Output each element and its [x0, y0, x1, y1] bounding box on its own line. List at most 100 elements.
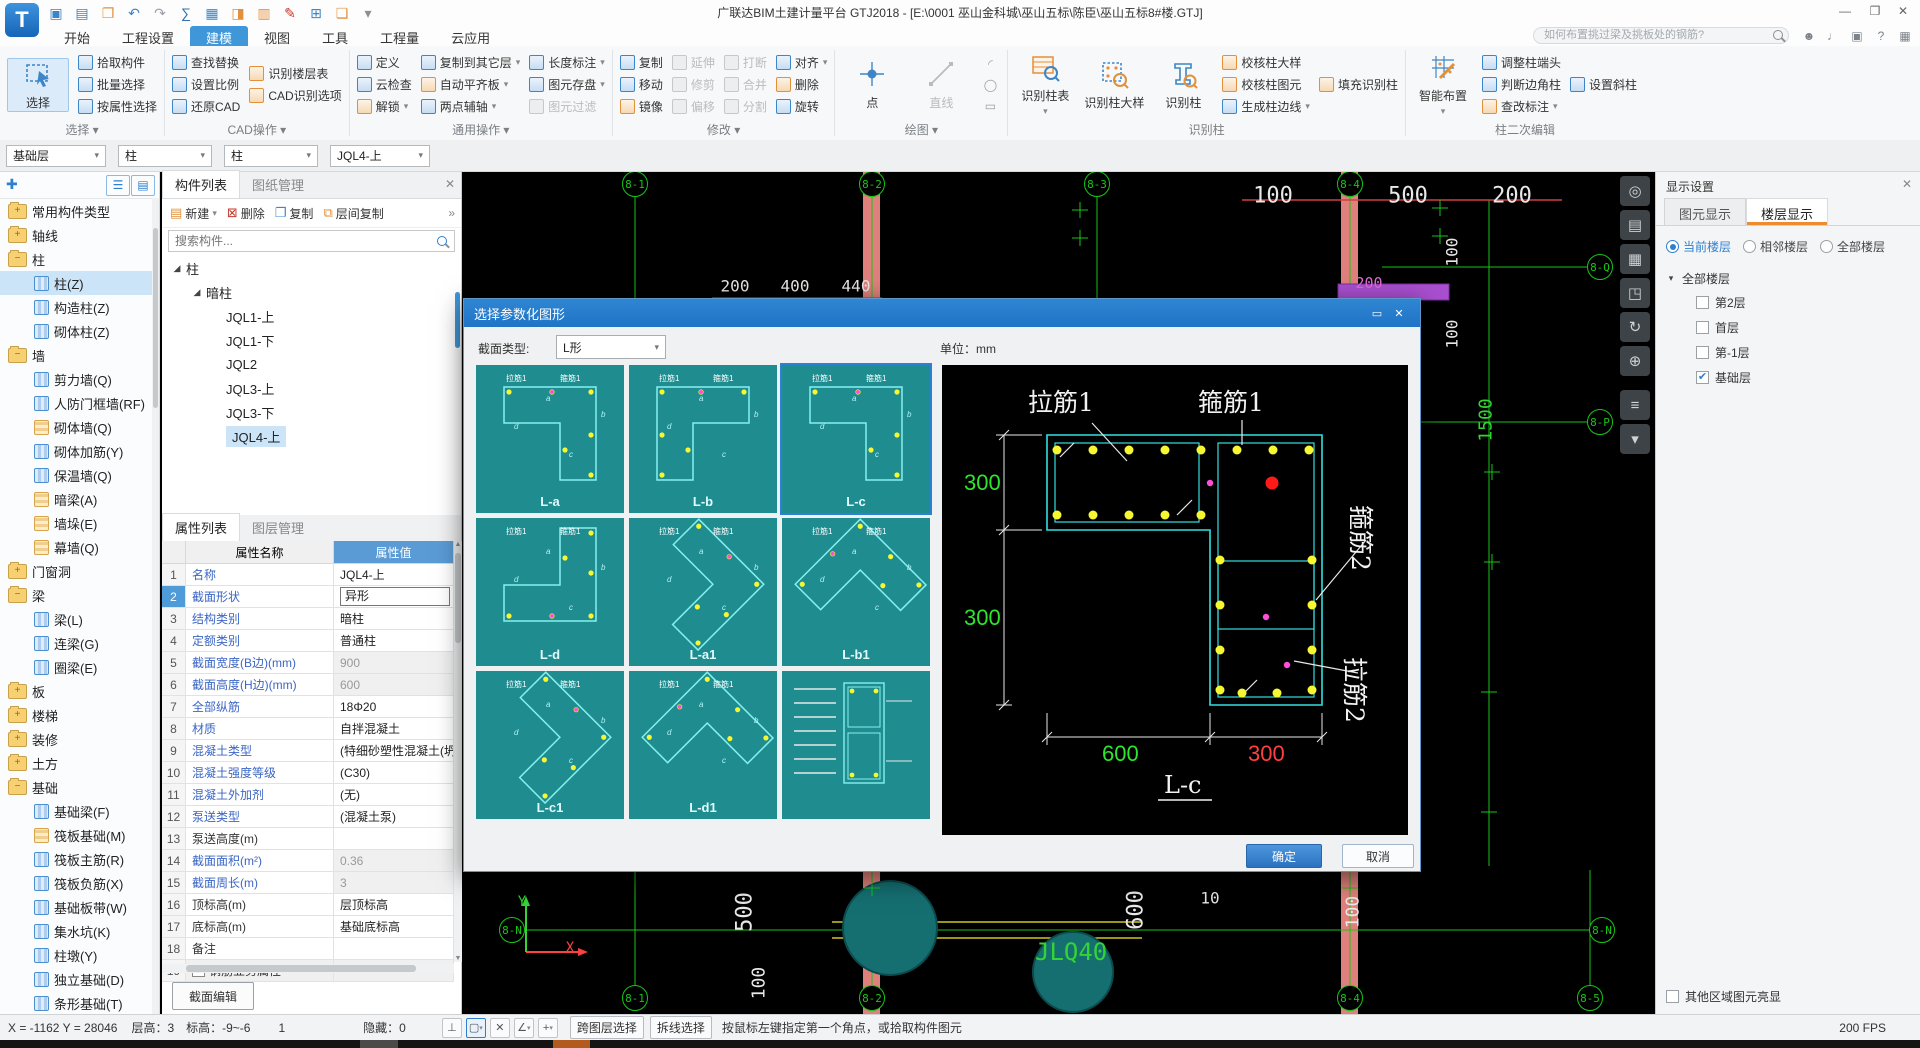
property-row-截面宽度(B边)(mm)[interactable]: 5 截面宽度(B边)(mm) 900 — [162, 652, 454, 674]
radio-相邻楼层[interactable]: 相邻楼层 — [1743, 238, 1808, 255]
property-value[interactable]: (C30) — [334, 762, 454, 783]
nav-item-剪力墙(Q)[interactable]: 剪力墙(Q) — [0, 367, 159, 391]
nav-item-装修[interactable]: + 装修 — [0, 727, 159, 751]
ribbon-item-镜像[interactable]: 镜像 — [619, 98, 663, 115]
property-row-名称[interactable]: 1 名称 JQL4-上 — [162, 564, 454, 586]
property-value[interactable]: 18Φ20 — [334, 696, 454, 717]
ribbon-item-对齐[interactable]: 对齐 ▾ — [775, 54, 827, 71]
层间复制-button[interactable]: ⧉ 层间复制 — [323, 205, 383, 222]
mode-button-跨图层选择[interactable]: 跨图层选择 — [569, 1016, 644, 1039]
ribbon-item-复制[interactable]: 复制 — [619, 54, 663, 71]
复制-button[interactable]: ❐ 复制 — [275, 205, 314, 222]
tab-建模[interactable]: 建模 — [190, 26, 249, 46]
tab-视图[interactable]: 视图 — [248, 26, 306, 46]
shape-thumb-L-c1[interactable]: 拉筋1 箍筋1 a b c d L-c1 — [476, 671, 624, 819]
ribbon-group-label-CAD操作[interactable]: CAD操作 ▾ — [165, 123, 349, 140]
section-type-select[interactable]: L形 ▾ — [556, 335, 666, 359]
property-row-泵送高度(m)[interactable]: 13 泵送高度(m) — [162, 828, 454, 850]
ribbon-item-校核柱图元[interactable]: 校核柱图元 — [1222, 76, 1310, 93]
display-tab-图元显示[interactable]: 图元显示 — [1664, 198, 1747, 225]
property-row-截面周长(m)[interactable]: 15 截面周长(m) 3 — [162, 872, 454, 894]
property-row-备注[interactable]: 18 备注 — [162, 938, 454, 960]
nav-item-常用构件类型[interactable]: + 常用构件类型 — [0, 199, 159, 223]
floor-item-第-1层[interactable]: 第-1层 — [1656, 340, 1920, 365]
frame-select-icon[interactable]: ▢ ▾ — [465, 1017, 486, 1038]
property-row-底标高(m)[interactable]: 17 底标高(m) 基础底标高 — [162, 916, 454, 938]
property-value[interactable]: 600 — [334, 674, 454, 695]
property-row-截面高度(H边)(mm)[interactable]: 6 截面高度(H边)(mm) 600 — [162, 674, 454, 696]
list-view-icon[interactable]: ☰ — [106, 175, 130, 196]
nav-item-柱(Z)[interactable]: 柱(Z) — [0, 271, 159, 295]
property-value[interactable]: 异形 — [334, 586, 454, 607]
tab-属性列表[interactable]: 属性列表 — [162, 513, 241, 541]
component-item-JQL1-下[interactable]: JQL1-下 — [162, 328, 461, 352]
card-view-icon[interactable]: ▤ — [131, 175, 155, 196]
ribbon-group-label-选择[interactable]: 选择 ▾ — [0, 123, 164, 140]
expander-icon[interactable]: ◢ — [172, 263, 182, 274]
search-icon[interactable] — [1773, 30, 1783, 40]
search-icon[interactable] — [437, 236, 447, 246]
property-row-定额类别[interactable]: 4 定额类别 普通柱 — [162, 630, 454, 652]
component-scrollbar[interactable] — [454, 252, 461, 502]
minimize-button[interactable]: — — [1832, 2, 1858, 20]
nav-item-构造柱(Z)[interactable]: 构造柱(Z) — [0, 295, 159, 319]
ribbon-item-还原CAD[interactable]: 还原CAD — [172, 98, 240, 115]
component-item-JQL3-下[interactable]: JQL3-下 — [162, 400, 461, 424]
ribbon-big-直线[interactable]: 直线 — [911, 59, 971, 111]
user-icon[interactable]: ☻ — [1800, 28, 1818, 44]
nav-item-幕墙(Q)[interactable]: 幕墙(Q) — [0, 535, 159, 559]
ribbon-item-长度标注[interactable]: 长度标注 ▾ — [529, 54, 605, 71]
ribbon-item-判断边角柱[interactable]: 判断边角柱 — [1481, 76, 1561, 93]
arc-icon[interactable]: ◜ — [980, 56, 1000, 72]
property-row-混凝土外加剂[interactable]: 11 混凝土外加剂 (无) — [162, 784, 454, 806]
nav-item-柱[interactable]: − 柱 — [0, 247, 159, 271]
property-value[interactable]: (特细砂塑性混凝土(坍... — [334, 740, 454, 761]
ribbon-group-label-修改[interactable]: 修改 ▾ — [613, 123, 835, 140]
property-row-混凝土强度等级[interactable]: 10 混凝土强度等级 (C30) — [162, 762, 454, 784]
nav-item-保温墙(Q)[interactable]: 保温墙(Q) — [0, 463, 159, 487]
mode-button-拆线选择[interactable]: 拆线选择 — [649, 1016, 712, 1039]
help-icon[interactable]: ? — [1872, 28, 1890, 44]
checkbox-icon[interactable] — [1696, 296, 1709, 309]
circle-icon[interactable]: ◯ — [980, 77, 1000, 93]
property-row-截面形状[interactable]: 2 截面形状 异形 — [162, 586, 454, 608]
tab-开始[interactable]: 开始 — [48, 26, 106, 46]
nav-scrollbar[interactable] — [152, 198, 159, 1014]
component-item-JQL3-上[interactable]: JQL3-上 — [162, 376, 461, 400]
ribbon-big-识别柱[interactable]: 识别柱 — [1153, 59, 1213, 111]
tab-构件列表[interactable]: 构件列表 — [162, 170, 241, 198]
nav-item-圈梁(E)[interactable]: 圈梁(E) — [0, 655, 159, 679]
shape-thumb-L-d[interactable]: 拉筋1 箍筋1 a b c d L-d — [476, 518, 624, 666]
nav-item-筏板基础(M)[interactable]: 筏板基础(M) — [0, 823, 159, 847]
package-icon[interactable]: ▣ — [1848, 28, 1866, 44]
component-item-JQL1-上[interactable]: JQL1-上 — [162, 304, 461, 328]
ribbon-big-智能布置[interactable]: 智能布置 ▾ — [1413, 52, 1473, 117]
property-value[interactable]: 3 — [334, 872, 454, 893]
nav-item-基础梁(F)[interactable]: 基础梁(F) — [0, 799, 159, 823]
toolbar-overflow-icon[interactable]: » — [448, 206, 455, 220]
tab-工程设置[interactable]: 工程设置 — [106, 26, 190, 46]
tab-图纸管理[interactable]: 图纸管理 — [240, 171, 316, 198]
angle-snap-icon[interactable]: ∠ ▾ — [513, 1017, 534, 1038]
checkbox-icon[interactable]: ✔ — [1696, 371, 1709, 384]
删除-button[interactable]: ⊠ 删除 — [227, 205, 265, 222]
grid-view-icon[interactable]: ▦ — [1620, 244, 1650, 274]
property-value[interactable]: 普通柱 — [334, 630, 454, 651]
ribbon-group-label-通用操作[interactable]: 通用操作 ▾ — [350, 123, 612, 140]
radio-icon[interactable] — [1666, 240, 1679, 253]
dialog-minimize-icon[interactable]: ▭ — [1366, 305, 1388, 321]
property-value[interactable]: 暗柱 — [334, 608, 454, 629]
radio-全部楼层[interactable]: 全部楼层 — [1820, 238, 1885, 255]
ribbon-group-label-柱二次编辑[interactable]: 柱二次编辑 — [1406, 123, 1644, 140]
layers-icon[interactable]: ▤ — [1620, 210, 1650, 240]
property-row-泵送类型[interactable]: 12 泵送类型 (混凝土泵) — [162, 806, 454, 828]
nav-item-基础[interactable]: − 基础 — [0, 775, 159, 799]
property-scrollbar[interactable]: ▲ ▼ — [454, 541, 462, 962]
component-item-暗柱[interactable]: ◢ 暗柱 — [162, 280, 461, 304]
property-value[interactable]: 层顶标高 — [334, 894, 454, 915]
radio-icon[interactable] — [1743, 240, 1757, 253]
context-combo-0[interactable]: 基础层 ▾ — [6, 144, 106, 167]
tab-工程量[interactable]: 工程量 — [364, 26, 435, 46]
zoom-view-icon[interactable]: ⊕ — [1620, 346, 1650, 376]
close-button[interactable]: ✕ — [1890, 2, 1916, 20]
